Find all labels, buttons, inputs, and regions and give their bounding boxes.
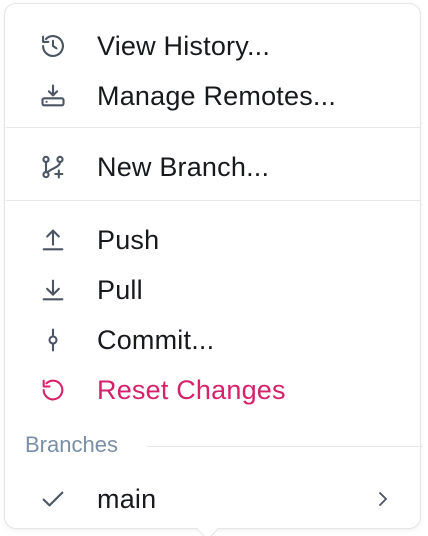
menu-divider: [6, 127, 421, 128]
menu-item-label: Push: [97, 225, 160, 255]
menu-item-new-branch[interactable]: New Branch...: [9, 145, 419, 189]
menu-item-commit[interactable]: Commit...: [9, 318, 419, 362]
remotes-icon: [39, 82, 67, 110]
chevron-right-icon: [371, 487, 395, 511]
branch-item-main[interactable]: main: [9, 477, 419, 521]
menu-item-view-history[interactable]: View History...: [9, 24, 419, 68]
branch-add-icon: [39, 153, 67, 181]
section-divider: [147, 446, 423, 447]
menu-item-label: New Branch...: [97, 152, 270, 182]
menu-item-reset-changes[interactable]: Reset Changes: [9, 368, 419, 412]
menu-item-label: Reset Changes: [97, 375, 286, 405]
checkmark-icon: [39, 485, 67, 513]
menu-item-label: Commit...: [97, 325, 215, 355]
commit-icon: [39, 326, 67, 354]
pull-arrow-down-icon: [39, 276, 67, 304]
menu-item-manage-remotes[interactable]: Manage Remotes...: [9, 74, 419, 118]
branches-section-title: Branches: [25, 432, 118, 457]
menu-item-label: View History...: [97, 31, 271, 61]
branch-label: main: [97, 484, 157, 514]
history-icon: [39, 32, 67, 60]
menu-item-pull[interactable]: Pull: [9, 268, 419, 312]
menu-item-label: Manage Remotes...: [97, 81, 337, 111]
menu-item-push[interactable]: Push: [9, 218, 419, 262]
menu-item-label: Pull: [97, 275, 143, 305]
reset-icon: [39, 376, 67, 404]
menu-divider: [6, 200, 421, 201]
push-arrow-up-icon: [39, 226, 67, 254]
git-context-menu: View History... Manage Remotes... New Br…: [4, 3, 423, 529]
